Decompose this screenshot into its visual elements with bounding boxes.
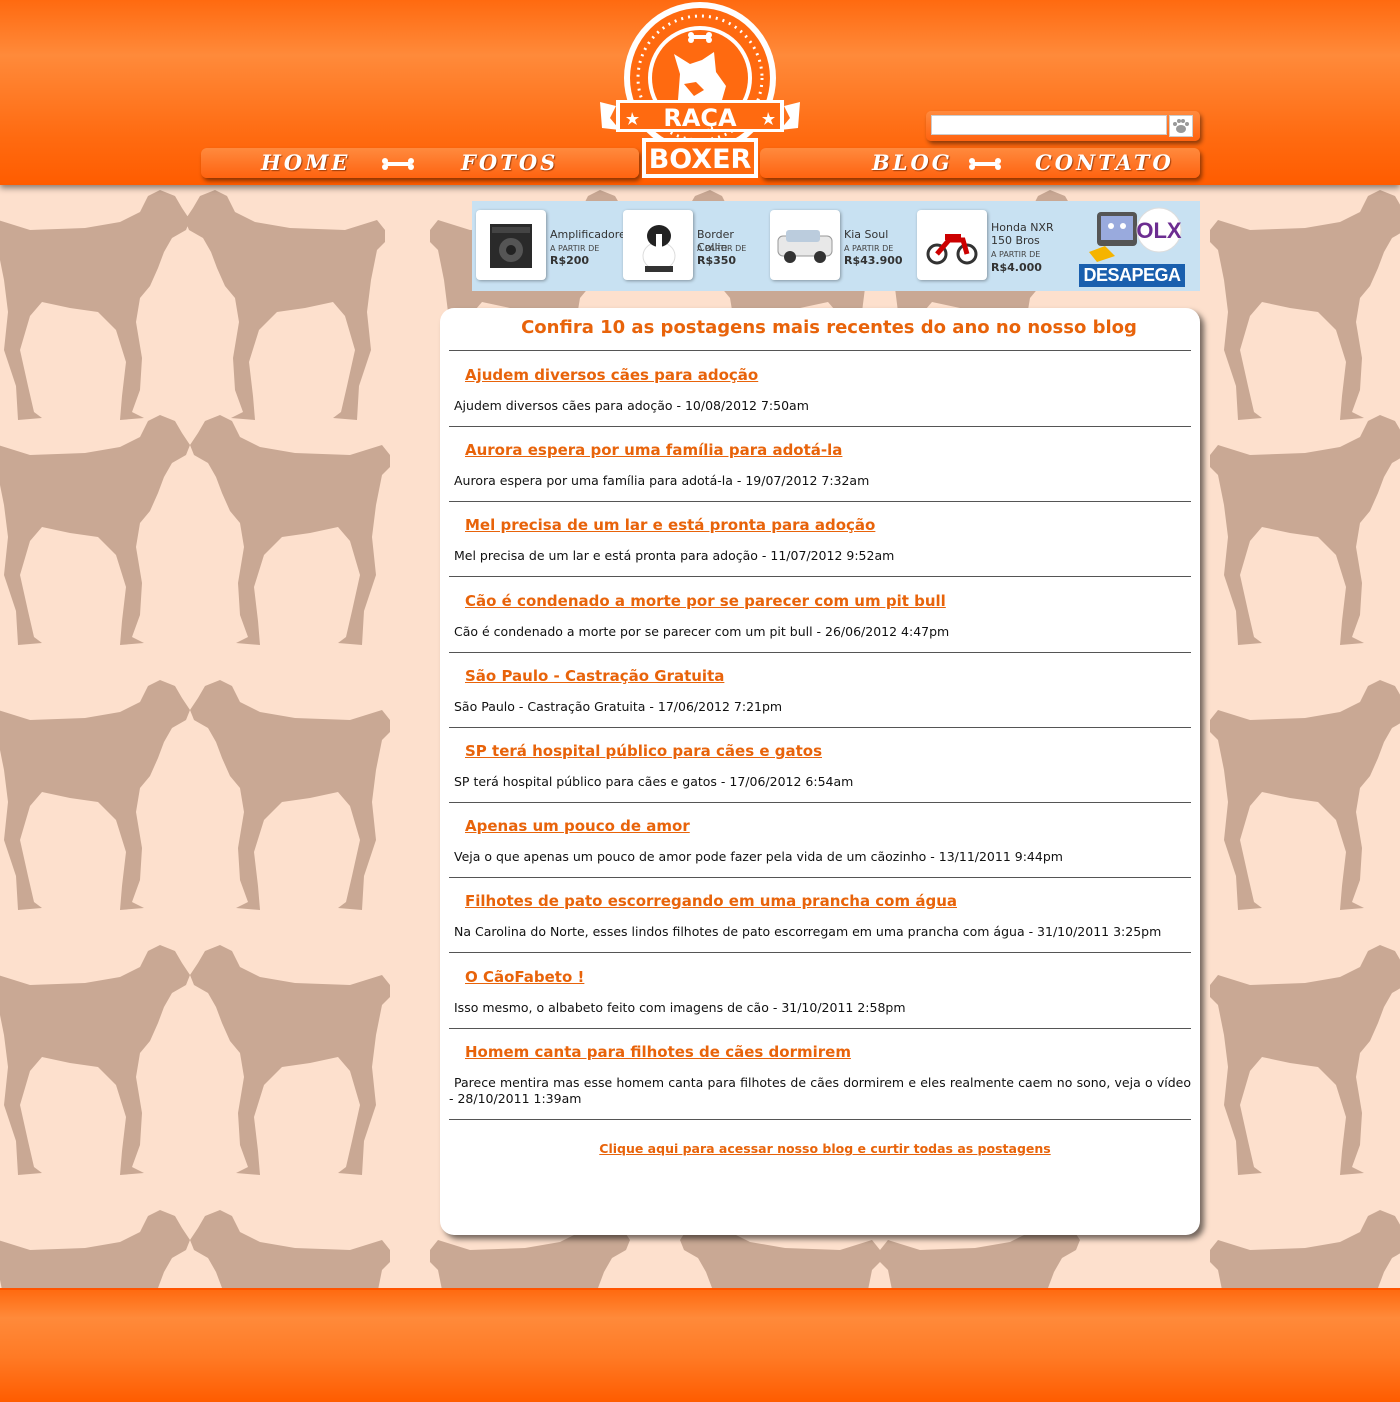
blog-link[interactable]: Clique aqui para acessar nosso blog e cu… [440,1141,1210,1156]
divider [449,952,1191,953]
olx-ad-banner[interactable]: Amplificadore A PARTIR DE R$200 Border C… [472,201,1200,291]
ad-item-from: A PARTIR DE [550,244,600,253]
search-box [926,111,1200,141]
divider [449,501,1191,502]
nav-bar-left: HOME FOTOS [201,148,639,178]
post-description: Isso mesmo, o albabeto feito com imagens… [454,1000,906,1015]
ad-item-from: A PARTIR DE [697,244,747,253]
nav-photos-link[interactable]: FOTOS [461,150,558,175]
post-description: Ajudem diversos cães para adoção - 10/08… [454,398,809,413]
divider [449,802,1191,803]
divider [449,1028,1191,1029]
post-description: Cão é condenado a morte por se parecer c… [454,624,950,639]
car-image [770,210,840,280]
post-description: Na Carolina do Norte, esses lindos filho… [454,924,1162,939]
post-title-link[interactable]: Homem canta para filhotes de cães dormir… [465,1043,851,1061]
post-title-link[interactable]: Filhotes de pato escorregando em uma pra… [465,892,957,910]
logo-emblem: RAÇA BOXER [600,2,800,178]
search-button[interactable] [1169,115,1193,137]
dog-image [623,210,693,280]
post-description: Veja o que apenas um pouco de amor pode … [454,849,1063,864]
divider [449,727,1191,728]
motorcycle-image [917,210,987,280]
ad-item[interactable]: Amplificadore A PARTIR DE R$200 [472,210,626,282]
divider [449,426,1191,427]
post-description: Parece mentira mas esse homem canta para… [449,1075,1191,1106]
post-title-link[interactable]: Ajudem diversos cães para adoção [465,366,758,384]
post-description: SP terá hospital público para cães e gat… [454,774,854,789]
nav-contact-link[interactable]: CONTATO [1035,150,1174,175]
paw-icon [1173,119,1189,133]
page-title: Confira 10 as postagens mais recentes do… [521,317,1137,338]
ad-item-price: R$43.900 [844,254,903,267]
post-title-link[interactable]: São Paulo - Castração Gratuita [465,667,724,685]
olx-text: OLX [1136,218,1182,243]
divider [449,350,1191,351]
post-title-link[interactable]: Mel precisa de um lar e está pronta para… [465,516,875,534]
divider [449,576,1191,577]
bone-icon [382,158,414,170]
ad-item[interactable]: Border Collie A PARTIR DE R$350 [619,210,764,282]
ad-item-from: A PARTIR DE [844,244,894,253]
raca-boxer-logo[interactable]: RAÇA BOXER [598,2,802,180]
ad-item[interactable]: Honda NXR 150 Bros A PARTIR DE R$4.000 [913,210,1058,282]
post-title-link[interactable]: O CãoFabeto ! [465,968,584,986]
post-description: São Paulo - Castração Gratuita - 17/06/2… [454,699,783,714]
ad-item[interactable]: Kia Soul A PARTIR DE R$43.900 [766,210,911,282]
post-title-link[interactable]: Aurora espera por uma família para adotá… [465,441,842,459]
nav-bar-right: BLOG CONTATO [760,148,1200,178]
divider [449,652,1191,653]
amplifier-image [476,210,546,280]
desapega-label: DESAPEGA [1079,264,1185,287]
post-title-link[interactable]: Cão é condenado a morte por se parecer c… [465,592,946,610]
nav-home-link[interactable]: HOME [261,150,350,175]
ad-item-name: Kia Soul [844,228,889,241]
post-description: Aurora espera por uma família para adotá… [454,473,870,488]
divider [449,1119,1191,1120]
divider [449,877,1191,878]
ad-item-from: A PARTIR DE [991,250,1041,259]
bone-icon [969,158,1001,170]
post-title-link[interactable]: SP terá hospital público para cães e gat… [465,742,822,760]
nav-blog-link[interactable]: BLOG [872,150,953,175]
search-input[interactable] [931,115,1167,135]
logo-line2: BOXER [649,144,752,175]
ad-item-name: Honda NXR 150 Bros [991,221,1054,247]
ad-item-name: Amplificadore [550,228,626,241]
ad-item-price: R$4.000 [991,261,1042,274]
site-footer [0,1288,1400,1402]
logo-line1: RAÇA [663,104,737,132]
post-description: Mel precisa de um lar e está pronta para… [454,548,895,563]
recent-posts-panel: Confira 10 as postagens mais recentes do… [440,308,1200,1235]
post-title-link[interactable]: Apenas um pouco de amor [465,817,690,835]
ad-item-price: R$200 [550,254,590,267]
ad-item-price: R$350 [697,254,737,267]
